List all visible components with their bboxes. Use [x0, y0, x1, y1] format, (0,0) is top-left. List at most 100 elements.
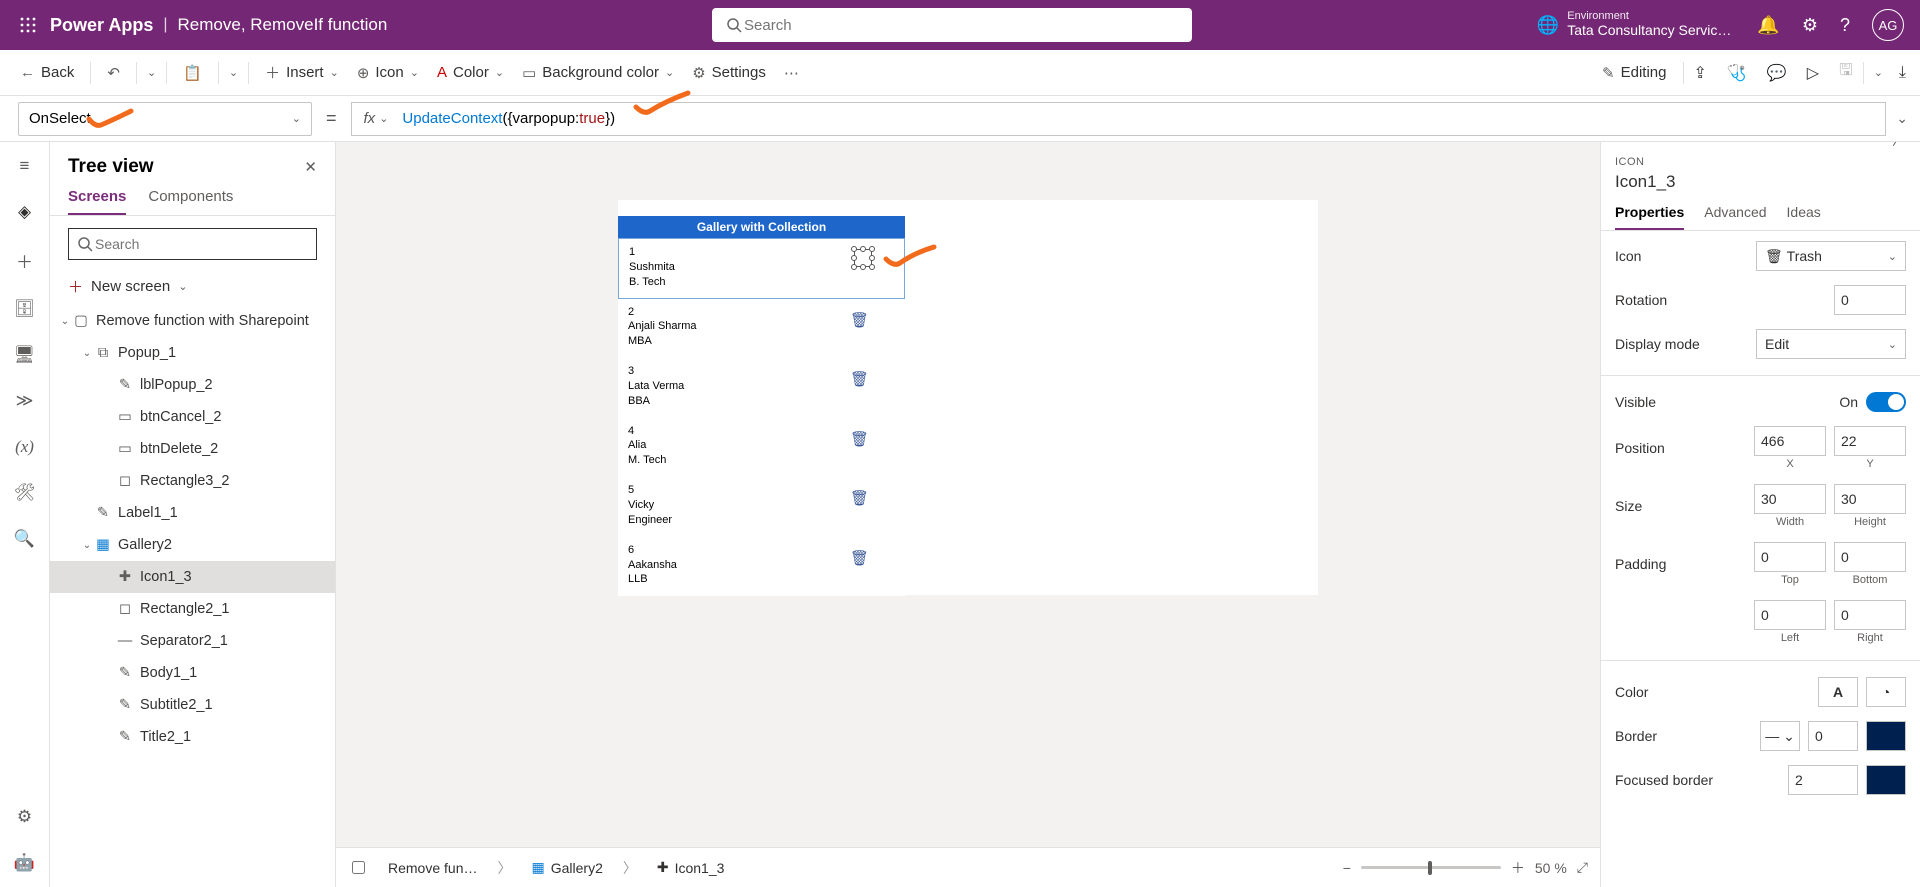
app-launcher-icon[interactable]	[10, 7, 46, 43]
close-tree-icon[interactable]: ✕	[304, 158, 317, 176]
tree-node-rect[interactable]: ◻Rectangle2_1	[50, 593, 335, 625]
prop-color-fill[interactable]: ◔	[1866, 677, 1906, 707]
media-icon[interactable]: 🖥	[14, 345, 36, 365]
hamburger-icon[interactable]: ≡	[20, 156, 30, 176]
tree-node-button[interactable]: ▭btnDelete_2	[50, 433, 335, 465]
global-search[interactable]	[712, 8, 1192, 42]
global-search-input[interactable]	[742, 16, 1178, 35]
prop-border-color[interactable]	[1866, 721, 1906, 751]
prop-display-dropdown[interactable]: Edit⌄	[1756, 329, 1906, 359]
prop-fborder-color[interactable]	[1866, 765, 1906, 795]
data-icon[interactable]: 🗄	[14, 299, 36, 319]
notifications-icon[interactable]: 🔔	[1757, 15, 1779, 36]
tree-node-label[interactable]: ✎Label1_1	[50, 497, 335, 529]
prop-border-style[interactable]: — ⌄	[1760, 721, 1800, 751]
trash-icon[interactable]: 🗑	[850, 489, 869, 509]
settings-gear-icon[interactable]: ⚙	[1802, 15, 1818, 36]
settings-button[interactable]: ⚙Settings	[686, 60, 772, 86]
selection-handles[interactable]	[852, 247, 874, 269]
editing-mode[interactable]: ✎Editing	[1596, 60, 1672, 86]
prop-icon-dropdown[interactable]: 🗑 Trash⌄	[1756, 241, 1906, 271]
preview-icon[interactable]: ▷	[1807, 63, 1819, 83]
tree-node-group[interactable]: ⌄⧉Popup_1	[50, 337, 335, 369]
undo-button[interactable]: ↶	[101, 60, 126, 86]
publish-icon[interactable]: ⤓	[1899, 64, 1906, 82]
gallery-item[interactable]: 3 Lata Verma BBA 🗑	[618, 358, 905, 418]
powerautomate-icon[interactable]: ≫	[16, 391, 34, 411]
help-icon[interactable]: ?	[1840, 15, 1850, 36]
tree-node-screen[interactable]: ⌄▢Remove function with Sharepoint	[50, 305, 335, 337]
prop-pad-bottom[interactable]: 0	[1834, 542, 1906, 572]
breadcrumb-icon[interactable]: ✚Icon1_3	[649, 857, 733, 878]
tree-search[interactable]	[68, 228, 317, 260]
breadcrumb-screen-checkbox[interactable]	[352, 861, 365, 874]
tab-ideas[interactable]: Ideas	[1787, 204, 1821, 230]
prop-y-input[interactable]: 22	[1834, 426, 1906, 456]
tree-node-separator[interactable]: ―Separator2_1	[50, 625, 335, 657]
save-chevron[interactable]: ⌄	[1874, 66, 1883, 79]
gallery-item[interactable]: 2 Anjali Sharma MBA 🗑	[618, 299, 905, 359]
tree-node-label[interactable]: ✎Body1_1	[50, 657, 335, 689]
insert-pane-icon[interactable]: ＋	[16, 248, 33, 273]
canvas[interactable]: Gallery with Collection 1 Sushmita B. Te…	[336, 142, 1600, 847]
tab-screens[interactable]: Screens	[68, 188, 126, 215]
variables-icon[interactable]: (x)	[15, 437, 34, 457]
paste-button[interactable]: 📋	[177, 60, 208, 86]
undo-chevron[interactable]: ⌄	[147, 66, 156, 79]
icon-button[interactable]: ⊕Icon⌄	[351, 60, 425, 86]
tree-node-button[interactable]: ▭btnCancel_2	[50, 401, 335, 433]
expand-formula-icon[interactable]: ⌄	[1896, 110, 1908, 127]
save-icon[interactable]: 🖫	[1839, 59, 1853, 86]
prop-rotation-input[interactable]: 0	[1834, 285, 1906, 315]
tree-node-label[interactable]: ✎Title2_1	[50, 721, 335, 753]
environment-picker[interactable]: 🌐 Environment Tata Consultancy Servic…	[1537, 11, 1732, 40]
tree-node-gallery[interactable]: ⌄▦Gallery2	[50, 529, 335, 561]
bgcolor-button[interactable]: ▭Background color⌄	[516, 60, 680, 86]
prop-color-font[interactable]: A	[1818, 677, 1858, 707]
trash-icon[interactable]: 🗑	[850, 549, 869, 569]
tab-components[interactable]: Components	[148, 188, 233, 215]
zoom-in-icon[interactable]: ＋	[1511, 858, 1525, 878]
fit-to-window-icon[interactable]: ⤢	[1577, 859, 1588, 876]
gallery-item[interactable]: 4 Alia M. Tech 🗑	[618, 418, 905, 478]
breadcrumb-screen[interactable]: Remove fun…	[380, 858, 485, 878]
settings-rail-icon[interactable]: ⚙	[17, 807, 32, 827]
gallery-item[interactable]: 5 Vicky Engineer 🗑	[618, 477, 905, 537]
tree-view-icon[interactable]: ◈	[18, 202, 31, 222]
paste-chevron[interactable]: ⌄	[229, 66, 238, 79]
virtual-agent-icon[interactable]: 🤖	[14, 853, 35, 873]
tree-node-icon-selected[interactable]: ✚Icon1_3	[50, 561, 335, 593]
prop-pad-right[interactable]: 0	[1834, 600, 1906, 630]
expand-props-icon[interactable]: 〉	[1892, 142, 1906, 150]
prop-pad-left[interactable]: 0	[1754, 600, 1826, 630]
zoom-out-icon[interactable]: −	[1343, 860, 1351, 876]
new-screen-button[interactable]: ＋New screen⌄	[50, 272, 335, 305]
prop-height-input[interactable]: 30	[1834, 484, 1906, 514]
fx-chevron[interactable]: ⌄	[379, 112, 388, 125]
insert-button[interactable]: ＋Insert⌄	[259, 58, 345, 87]
prop-fborder-input[interactable]: 2	[1788, 765, 1858, 795]
tools-icon[interactable]: 🛠	[14, 483, 36, 503]
breadcrumb-gallery[interactable]: ▦Gallery2	[523, 857, 610, 878]
search-rail-icon[interactable]: 🔍	[14, 529, 35, 549]
property-dropdown[interactable]: OnSelect ⌄	[18, 102, 312, 136]
trash-icon[interactable]: 🗑	[850, 430, 869, 450]
gallery-item[interactable]: 6 Aakansha LLB 🗑	[618, 537, 905, 597]
checker-icon[interactable]: 🩺	[1727, 63, 1747, 83]
zoom-slider[interactable]	[1361, 866, 1501, 869]
tree-node-label[interactable]: ✎lblPopup_2	[50, 369, 335, 401]
tree-node-rect[interactable]: ◻Rectangle3_2	[50, 465, 335, 497]
tree-search-input[interactable]	[93, 235, 308, 253]
user-avatar[interactable]: AG	[1872, 9, 1904, 41]
tab-properties[interactable]: Properties	[1615, 204, 1684, 230]
more-button[interactable]: ⋯	[778, 60, 805, 86]
tab-advanced[interactable]: Advanced	[1704, 204, 1766, 230]
prop-visible-toggle[interactable]	[1866, 392, 1906, 412]
comments-icon[interactable]: 💬	[1767, 63, 1787, 83]
prop-pad-top[interactable]: 0	[1754, 542, 1826, 572]
trash-icon[interactable]: 🗑	[850, 311, 869, 331]
prop-x-input[interactable]: 466	[1754, 426, 1826, 456]
color-button[interactable]: AColor⌄	[431, 60, 510, 85]
prop-border-input[interactable]: 0	[1808, 721, 1858, 751]
back-button[interactable]: ←Back	[14, 60, 80, 85]
